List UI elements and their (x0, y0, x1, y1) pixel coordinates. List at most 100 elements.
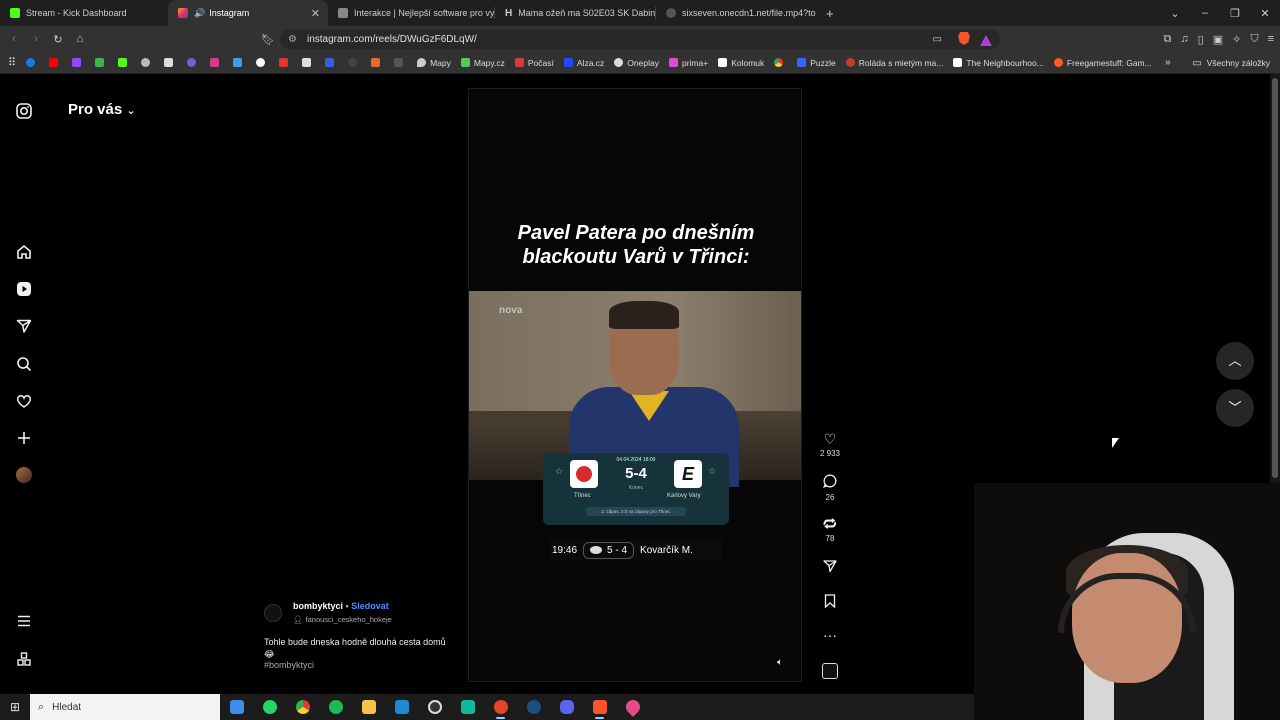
spotify-icon[interactable] (319, 694, 352, 720)
steam-icon[interactable] (517, 694, 550, 720)
brave-shield-icon[interactable] (958, 32, 970, 50)
tab-mama[interactable]: H Mama ožeň ma S02E03 SK Dabing 1 (495, 0, 655, 26)
discord-icon[interactable] (550, 694, 583, 720)
more-options-icon[interactable]: ··· (818, 627, 842, 643)
bookmark-youtube[interactable] (49, 58, 62, 67)
audio-thumbnail[interactable] (822, 663, 838, 679)
wallet-icon[interactable]: ▣ (1213, 33, 1223, 46)
volume-icon[interactable]: 🔈︎ (777, 657, 783, 668)
bookmark-kolomuk[interactable]: Kolomuk (718, 58, 764, 68)
like-action[interactable]: ♡ 2 933 (818, 431, 842, 458)
extensions-icon[interactable]: ⧉ (1164, 33, 1172, 46)
instagram-logo-icon[interactable] (16, 103, 32, 119)
site-info-icon[interactable]: ⚙︎ (288, 34, 297, 45)
meta-apps-icon[interactable] (16, 651, 32, 667)
comment-action[interactable]: 26 (818, 474, 842, 502)
author-collab[interactable]: 👤︎ fanousci_ceskeho_hokeje (293, 615, 392, 624)
bookmark-neighbourhood[interactable]: The Neighbourhoo... (953, 58, 1044, 68)
save-action[interactable] (818, 594, 842, 611)
back-icon[interactable]: ‹ (4, 33, 24, 45)
close-tab-icon[interactable]: ✕ (311, 7, 320, 20)
reels-icon[interactable] (16, 281, 32, 297)
reload-icon[interactable]: ↻ (48, 33, 68, 46)
bookmark-x[interactable] (164, 58, 177, 67)
bookmark-misc4[interactable] (279, 58, 292, 67)
bookmark-puzzle[interactable]: Puzzle (797, 58, 836, 68)
bookmark-anchor[interactable] (141, 58, 154, 67)
obs-icon[interactable] (484, 694, 517, 720)
repost-action[interactable]: 🔁︎ 78 (818, 516, 842, 543)
more-bookmarks-icon[interactable]: » (1165, 57, 1171, 68)
bookmark-chrome[interactable] (774, 58, 787, 67)
bookmark-misc1[interactable] (187, 58, 200, 67)
bookmark-misc7[interactable] (348, 58, 361, 67)
profile-avatar[interactable] (16, 467, 32, 483)
bookmark-rolada[interactable]: Roláda s mietým ma... (845, 58, 943, 68)
bookmark-misc3[interactable] (233, 58, 246, 67)
all-bookmarks[interactable]: ▭ Všechny záložky (1192, 52, 1270, 74)
bookmark-google[interactable] (256, 58, 269, 67)
brave-rewards-icon[interactable] (980, 33, 992, 51)
restore-icon[interactable]: ❐ (1220, 7, 1250, 20)
bookmark-oneplay[interactable]: Oneplay (614, 58, 659, 68)
tab-instagram[interactable]: 🔊 Instagram ✕ (168, 0, 328, 26)
bookmark-twitch[interactable] (72, 58, 85, 67)
new-tab-button[interactable]: + (826, 6, 834, 21)
create-plus-icon[interactable] (16, 430, 32, 446)
windows-start-icon[interactable]: ⊞ (0, 700, 30, 714)
author-avatar[interactable] (264, 604, 282, 622)
menu-icon[interactable]: ≡ (1268, 33, 1274, 45)
home-icon[interactable] (16, 244, 32, 260)
bookmark-stats[interactable] (95, 58, 108, 67)
bookmark-pocasi[interactable]: Počasí (514, 58, 554, 68)
bookmark-prima[interactable]: prima+ (668, 58, 708, 68)
bookmark-page-icon[interactable]: 🔖︎ (258, 33, 278, 46)
file-explorer-icon[interactable] (352, 694, 385, 720)
notifications-heart-icon[interactable] (16, 393, 32, 409)
minimize-icon[interactable]: – (1190, 7, 1220, 19)
sidebar-icon[interactable]: ▯ (1198, 33, 1204, 46)
reel-hashtag[interactable]: #bombyktyci (264, 660, 314, 670)
tab-interakce[interactable]: Interakce | Nejlepší software pro vyle (328, 0, 494, 26)
bookmark-misc6[interactable] (325, 58, 338, 67)
tab-list-icon[interactable]: ⌄ (1160, 7, 1190, 20)
steelseries-icon[interactable] (418, 694, 451, 720)
bookmark-mapy[interactable]: Mapy (417, 58, 451, 68)
bookmark-misc8[interactable] (371, 58, 384, 67)
follow-button[interactable]: Sledovat (351, 601, 389, 611)
task-view-icon[interactable] (220, 694, 253, 720)
feed-title[interactable]: Pro vás ⌄ (68, 101, 136, 118)
music-icon[interactable]: ♫ (1180, 33, 1188, 45)
taskbar-search[interactable]: ⌕ Hledat (30, 694, 220, 720)
home-icon[interactable]: ⌂ (70, 33, 90, 45)
next-reel-button[interactable]: ﹀ (1216, 389, 1254, 427)
author-name[interactable]: bombyktyci (293, 601, 343, 611)
maps-pin-icon[interactable] (616, 694, 649, 720)
reel-video[interactable]: Pavel Patera po dnešním blackoutu Varů v… (468, 88, 802, 682)
whatsapp-icon[interactable] (253, 694, 286, 720)
brave-browser-icon[interactable] (583, 694, 616, 720)
search-icon[interactable] (16, 356, 32, 372)
bookmark-kick[interactable] (118, 58, 131, 67)
bookmark-mapycz[interactable]: Mapy.cz (460, 58, 505, 68)
bookmark-facebook[interactable] (26, 58, 39, 67)
bookmark-alza[interactable]: Alza.cz (563, 58, 604, 68)
bookmark-misc9[interactable] (394, 58, 407, 67)
app-green-icon[interactable] (451, 694, 484, 720)
apps-icon[interactable]: ⠿ (8, 56, 16, 69)
url-field[interactable]: ⚙︎ instagram.com/reels/DWuGzF6DLqW/ ▭ (280, 29, 1000, 49)
close-window-icon[interactable]: ✕ (1250, 7, 1280, 20)
bookmark-misc2[interactable] (210, 58, 223, 67)
vscode-icon[interactable] (385, 694, 418, 720)
scrollbar-thumb[interactable] (1272, 78, 1278, 478)
vpn-icon[interactable]: ⛉ (1250, 33, 1258, 46)
share-action[interactable] (818, 559, 842, 576)
bookmark-misc5[interactable] (302, 58, 315, 67)
bookmark-freegamestuff[interactable]: Freegamestuff: Gam... (1053, 58, 1152, 68)
forward-icon[interactable]: › (26, 33, 46, 45)
cast-icon[interactable]: ▭ (933, 34, 942, 45)
tab-sixseven[interactable]: sixseven.onecdn1.net/file.mp4?token (656, 0, 816, 26)
more-menu-icon[interactable] (16, 613, 32, 629)
messages-icon[interactable] (16, 318, 32, 334)
ai-icon[interactable]: ✧ (1232, 33, 1241, 46)
